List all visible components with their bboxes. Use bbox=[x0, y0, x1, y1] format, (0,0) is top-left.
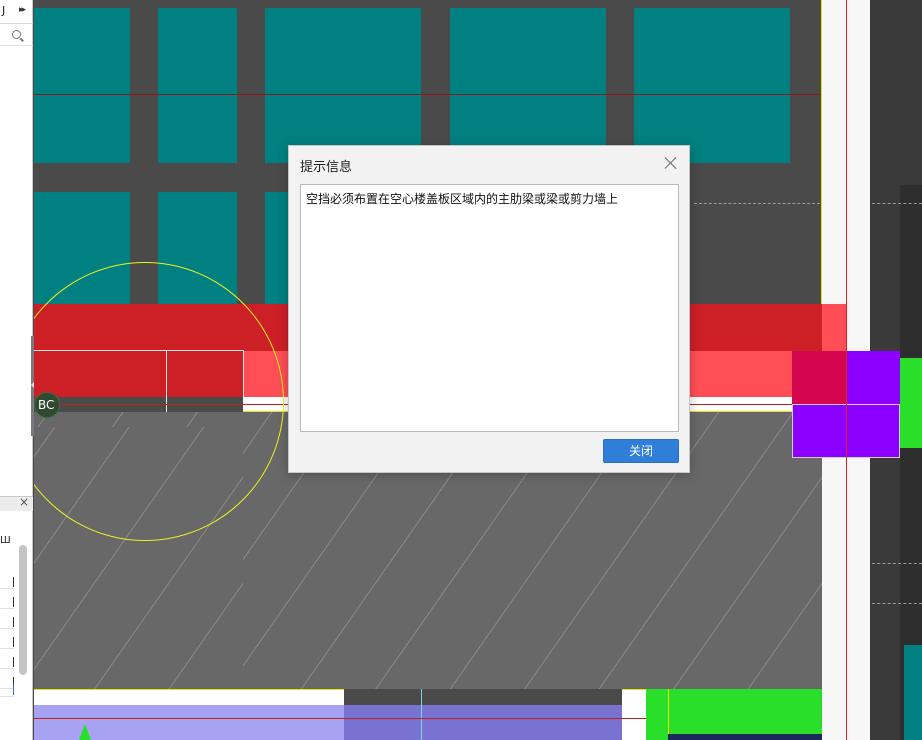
dashed-line bbox=[872, 563, 922, 564]
close-button[interactable]: 关闭 bbox=[603, 439, 679, 463]
bottom-navy bbox=[668, 734, 822, 740]
slab-cell bbox=[158, 8, 237, 163]
property-row-selected[interactable] bbox=[0, 683, 14, 697]
properties-scrollbar[interactable] bbox=[19, 545, 27, 675]
slab-cell bbox=[450, 8, 606, 163]
expand-panel-icon[interactable]: ▸▸ bbox=[19, 5, 26, 15]
property-row[interactable] bbox=[0, 595, 14, 609]
dashed-line bbox=[694, 203, 820, 204]
close-icon[interactable] bbox=[663, 155, 679, 171]
green-triangle-icon bbox=[79, 724, 91, 740]
slab-cell bbox=[34, 8, 130, 163]
slab-cell bbox=[634, 8, 790, 163]
column-magenta[interactable] bbox=[792, 351, 846, 404]
slab-cell bbox=[265, 8, 421, 163]
property-row[interactable] bbox=[0, 615, 14, 629]
cyan-line bbox=[421, 689, 422, 740]
marker-label: BC bbox=[38, 398, 55, 412]
dashed-line bbox=[872, 603, 922, 604]
properties-panel: × Ш bbox=[0, 495, 33, 740]
column-header: Ш bbox=[0, 535, 11, 546]
bottom-axis-line bbox=[34, 718, 646, 719]
panel-search-bar[interactable] bbox=[0, 26, 33, 46]
dialog-title: 提示信息 bbox=[300, 160, 353, 175]
left-panel: Ј ▸▸ × Ш bbox=[0, 0, 33, 740]
slab-cell bbox=[904, 645, 922, 740]
left-panel-header: Ј ▸▸ bbox=[0, 0, 33, 24]
bottom-green-wall[interactable] bbox=[646, 689, 822, 740]
column-axis bbox=[846, 351, 847, 458]
column-purple[interactable] bbox=[846, 351, 900, 404]
property-row[interactable] bbox=[0, 575, 14, 589]
close-icon[interactable]: × bbox=[19, 495, 29, 509]
message-textarea[interactable]: 空挡必须布置在空心楼盖板区域内的主肋梁或梁或剪力墙上 bbox=[300, 184, 679, 432]
marker-badge[interactable]: BC bbox=[34, 392, 60, 418]
green-column[interactable] bbox=[900, 358, 922, 448]
dashed-line bbox=[872, 203, 922, 204]
properties-panel-header: × bbox=[0, 495, 33, 511]
info-dialog: 提示信息 空挡必须布置在空心楼盖板区域内的主肋梁或梁或剪力墙上 关闭 bbox=[288, 145, 690, 473]
bottom-yellow-line bbox=[668, 689, 669, 740]
property-row[interactable] bbox=[0, 655, 14, 669]
property-row[interactable] bbox=[0, 635, 14, 649]
bottom-dark-band bbox=[344, 689, 622, 705]
axis-line bbox=[34, 94, 846, 95]
message-text: 空挡必须布置在空心楼盖板区域内的主肋梁或梁或剪力墙上 bbox=[306, 192, 619, 206]
panel-tab-label[interactable]: Ј bbox=[2, 4, 5, 17]
beam-end bbox=[822, 304, 846, 351]
search-icon[interactable] bbox=[12, 30, 21, 39]
